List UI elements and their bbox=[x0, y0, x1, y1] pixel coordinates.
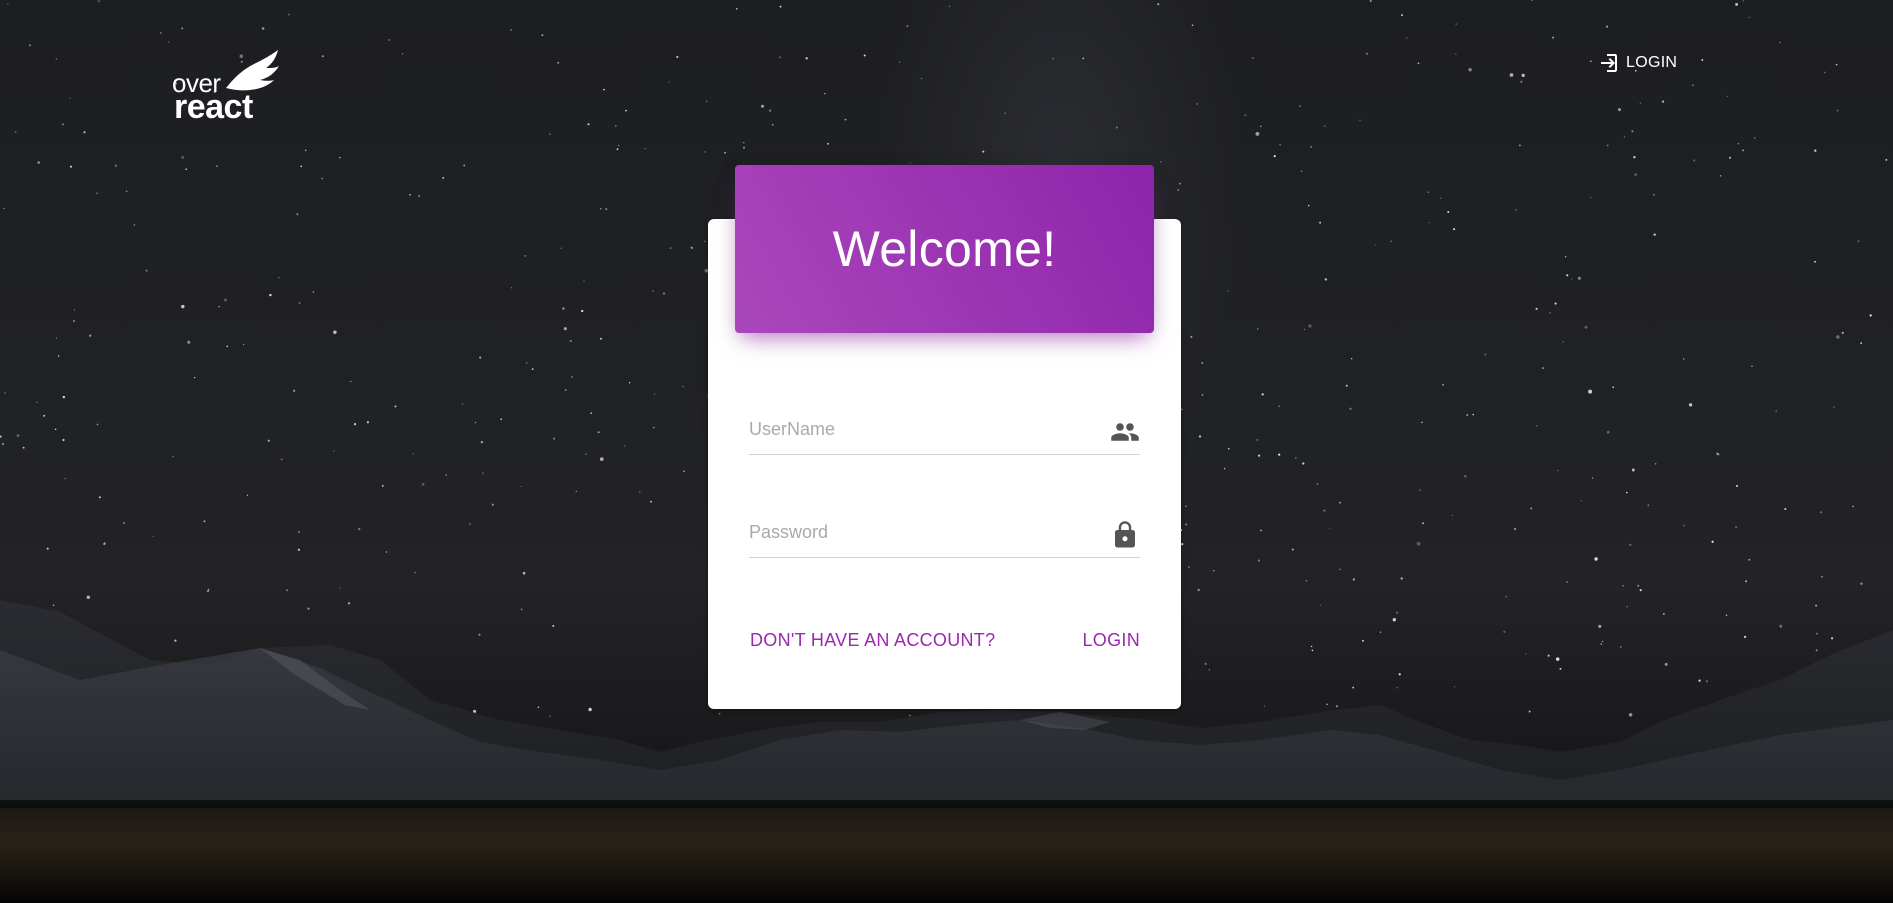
card-actions: DON'T HAVE AN ACCOUNT? LOGIN bbox=[749, 630, 1140, 660]
login-icon bbox=[1601, 54, 1617, 72]
nav-login-label: LOGIN bbox=[1626, 54, 1678, 71]
nav-login-link[interactable]: LOGIN bbox=[1596, 50, 1677, 76]
password-field[interactable] bbox=[749, 509, 1140, 558]
signup-button[interactable]: DON'T HAVE AN ACCOUNT? bbox=[750, 630, 995, 651]
people-icon bbox=[1111, 423, 1139, 441]
username-input[interactable] bbox=[749, 406, 1089, 452]
lock-icon bbox=[1115, 521, 1135, 548]
overreact-logo[interactable]: over react bbox=[172, 46, 282, 124]
welcome-title: Welcome! bbox=[832, 221, 1057, 277]
username-field[interactable] bbox=[749, 406, 1140, 455]
login-button[interactable]: LOGIN bbox=[1082, 630, 1140, 651]
login-page: over react LOGIN Welcome! DON'T HAVE AN … bbox=[0, 0, 1893, 903]
card-header: Welcome! bbox=[735, 165, 1154, 333]
logo-text-react: react bbox=[174, 88, 253, 126]
password-input[interactable] bbox=[749, 509, 1089, 555]
